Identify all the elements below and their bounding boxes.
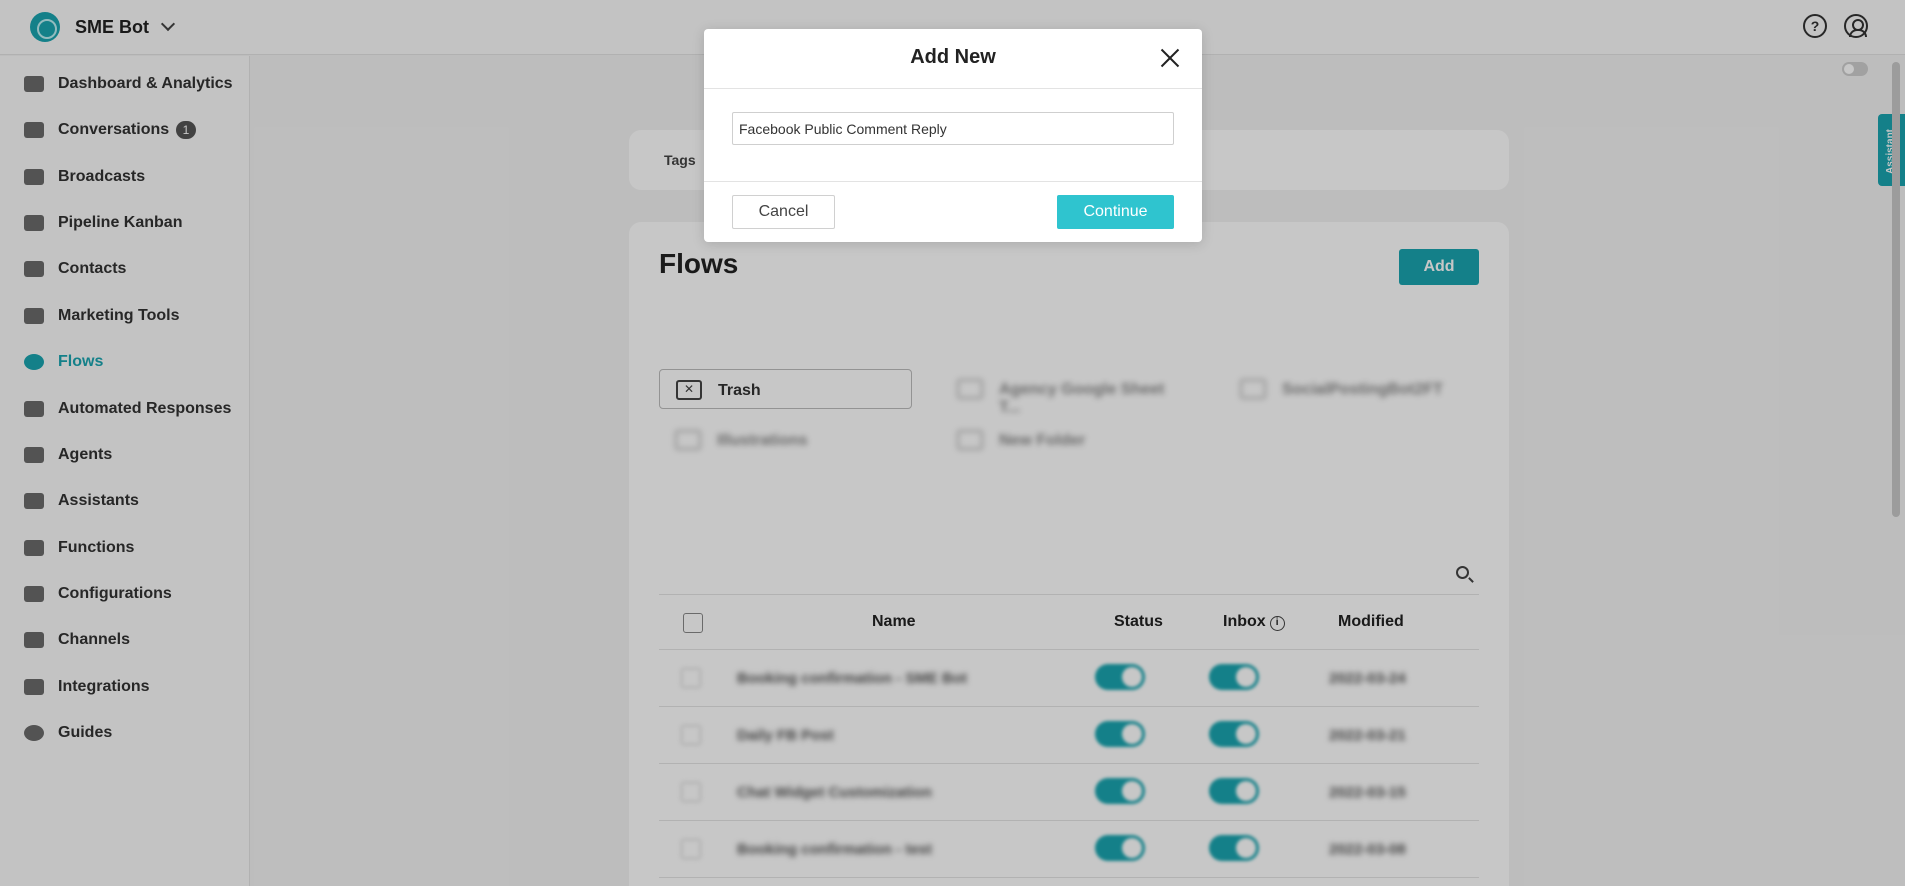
continue-button[interactable]: Continue bbox=[1057, 195, 1174, 229]
add-new-dialog: Add New Cancel Continue bbox=[704, 29, 1202, 242]
dialog-title: Add New bbox=[910, 46, 996, 68]
divider bbox=[704, 88, 1202, 89]
divider bbox=[704, 181, 1202, 182]
cancel-button[interactable]: Cancel bbox=[732, 195, 835, 229]
flow-name-input[interactable] bbox=[732, 112, 1174, 145]
close-icon[interactable] bbox=[1159, 47, 1181, 69]
